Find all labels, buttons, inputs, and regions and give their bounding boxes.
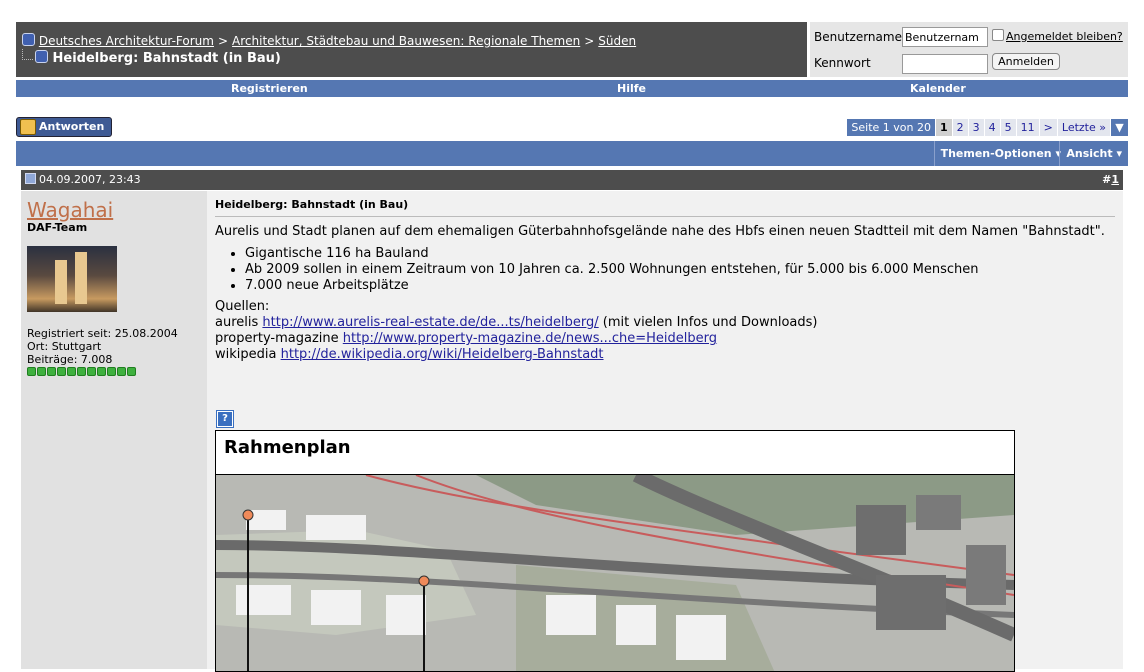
reply-icon	[20, 119, 36, 135]
post-intro: Aurelis und Stadt planen auf dem ehemali…	[215, 224, 1105, 239]
remember-me-checkbox[interactable]: Angemeldet bleiben?	[992, 29, 1123, 43]
post-message: Aurelis und Stadt planen auf dem ehemali…	[215, 224, 1115, 363]
password-label: Kennwort	[814, 56, 871, 70]
checkbox-icon[interactable]	[992, 29, 1004, 41]
author-info: Registriert seit: 25.08.2004 Ort: Stuttg…	[27, 327, 178, 366]
breadcrumb: Deutsches Architektur-Forum > Architektur,…	[22, 33, 636, 48]
author-posts: Beiträge: 7.008	[27, 353, 113, 366]
reputation-pip	[87, 367, 96, 376]
username-label: Benutzername	[814, 30, 902, 44]
source-name: wikipedia	[215, 347, 277, 362]
fact-list: Gigantische 116 ha Bauland Ab 2009 solle…	[215, 246, 1115, 294]
pager-dropdown-icon[interactable]: ▼	[1111, 119, 1128, 136]
author-title: DAF-Team	[27, 221, 88, 234]
thread-options-menu[interactable]: Themen-Optionen ▾	[933, 141, 1067, 166]
source-line: aurelis http://www.aurelis-real-estate.d…	[215, 315, 1115, 331]
image-info-button[interactable]: ?	[216, 410, 234, 428]
reputation-pip	[77, 367, 86, 376]
source-note: (mit vielen Infos und Downloads)	[602, 315, 818, 330]
source-line: property-magazine http://www.property-ma…	[215, 331, 1115, 347]
avatar[interactable]	[27, 246, 117, 312]
reputation-pip	[117, 367, 126, 376]
view-label: Ansicht	[1066, 147, 1113, 160]
post-date: 04.09.2007, 23:43	[25, 173, 141, 186]
post-permalink[interactable]: 1	[1111, 173, 1119, 186]
last-page-link[interactable]: Letzte »	[1057, 119, 1110, 136]
post-header: 04.09.2007, 23:43 #1	[21, 170, 1123, 190]
reply-button[interactable]: Antworten	[16, 117, 112, 137]
reputation-pip	[67, 367, 76, 376]
post-body: Heidelberg: Bahnstadt (in Bau) Aurelis u…	[207, 191, 1123, 672]
thread-options-bar: Themen-Optionen ▾ Ansicht ▾	[16, 141, 1128, 166]
navbar-breadcrumb-box: Deutsches Architektur-Forum > Architektur,…	[16, 22, 807, 77]
login-button[interactable]: Anmelden	[992, 53, 1060, 70]
page-link[interactable]: 5	[1000, 119, 1016, 136]
author-name-link[interactable]: Wagahai	[27, 198, 113, 222]
nav-help[interactable]: Hilfe	[617, 82, 646, 95]
masterplan-map-image	[216, 474, 1014, 671]
avatar-tower	[75, 252, 87, 304]
list-item: 7.000 neue Arbeitsplätze	[245, 278, 1115, 294]
author-registered: Registriert seit: 25.08.2004	[27, 327, 178, 340]
list-item: Ab 2009 sollen in einem Zeitraum von 10 …	[245, 262, 1115, 278]
view-menu[interactable]: Ansicht ▾	[1059, 141, 1128, 166]
page-link[interactable]: 2	[952, 119, 968, 136]
reputation-pip	[127, 367, 136, 376]
source-link[interactable]: http://www.aurelis-real-estate.de/de...t…	[262, 315, 598, 330]
page-title-row: Heidelberg: Bahnstadt (in Bau)	[22, 49, 281, 66]
thread-icon	[35, 50, 48, 63]
page-title: Heidelberg: Bahnstadt (in Bau)	[52, 51, 281, 66]
breadcrumb-forum-home[interactable]: Deutsches Architektur-Forum	[39, 34, 214, 48]
page-link[interactable]: 11	[1016, 119, 1039, 136]
reputation-bar[interactable]	[27, 367, 137, 376]
breadcrumb-separator: >	[217, 34, 229, 48]
source-name: property-magazine	[215, 331, 339, 346]
author-location: Ort: Stuttgart	[27, 340, 102, 353]
list-item: Gigantische 116 ha Bauland	[245, 246, 1115, 262]
post-title: Heidelberg: Bahnstadt (in Bau)	[215, 198, 409, 211]
password-field[interactable]	[902, 54, 988, 74]
source-link[interactable]: http://de.wikipedia.org/wiki/Heidelberg-…	[281, 347, 604, 362]
chevron-down-icon: ▾	[1116, 147, 1122, 160]
nav-register[interactable]: Registrieren	[231, 82, 308, 95]
divider	[215, 216, 1115, 217]
page-link[interactable]: 3	[968, 119, 984, 136]
next-page-link[interactable]: >	[1039, 119, 1057, 136]
tree-connector-icon	[22, 49, 33, 60]
nav-calendar[interactable]: Kalender	[910, 82, 966, 95]
source-name: aurelis	[215, 315, 259, 330]
source-line: wikipedia http://de.wikipedia.org/wiki/H…	[215, 347, 1115, 363]
thread-options-label: Themen-Optionen	[940, 147, 1052, 160]
image-title: Rahmenplan	[224, 437, 351, 458]
reputation-pip	[27, 367, 36, 376]
reply-label: Antworten	[39, 120, 105, 133]
post-number: #1	[1102, 173, 1119, 186]
main-navbar: Registrieren Hilfe Kalender	[16, 80, 1128, 97]
pagination: Seite 1 von 20 1 2 3 4 5 11 > Letzte » ▼	[846, 119, 1128, 136]
post-date-text: 04.09.2007, 23:43	[39, 173, 141, 186]
reputation-pip	[37, 367, 46, 376]
page-link[interactable]: 4	[984, 119, 1000, 136]
forum-home-icon[interactable]	[22, 33, 35, 46]
login-form: Benutzername Angemeldet bleiben? Kennwor…	[810, 22, 1128, 77]
breadcrumb-separator: >	[584, 34, 595, 48]
post-number-prefix: #	[1102, 173, 1112, 186]
remember-me-label: Angemeldet bleiben?	[1006, 30, 1123, 43]
embedded-image[interactable]: Rahmenplan	[215, 430, 1015, 672]
username-field[interactable]	[902, 27, 988, 47]
page-count-label: Seite 1 von 20	[847, 119, 936, 136]
sources-label: Quellen:	[215, 299, 270, 314]
page-link-current: 1	[936, 119, 952, 136]
reputation-pip	[107, 367, 116, 376]
breadcrumb-category[interactable]: Architektur, Städtebau und Bauwesen: Reg…	[232, 34, 580, 48]
post-author-column: Wagahai DAF-Team Registriert seit: 25.08…	[21, 191, 207, 669]
reputation-pip	[57, 367, 66, 376]
reputation-pip	[97, 367, 106, 376]
source-link[interactable]: http://www.property-magazine.de/news...c…	[343, 331, 717, 346]
breadcrumb-subforum[interactable]: Süden	[598, 34, 636, 48]
avatar-tower	[55, 260, 67, 304]
post-icon	[25, 173, 36, 184]
reputation-pip	[47, 367, 56, 376]
